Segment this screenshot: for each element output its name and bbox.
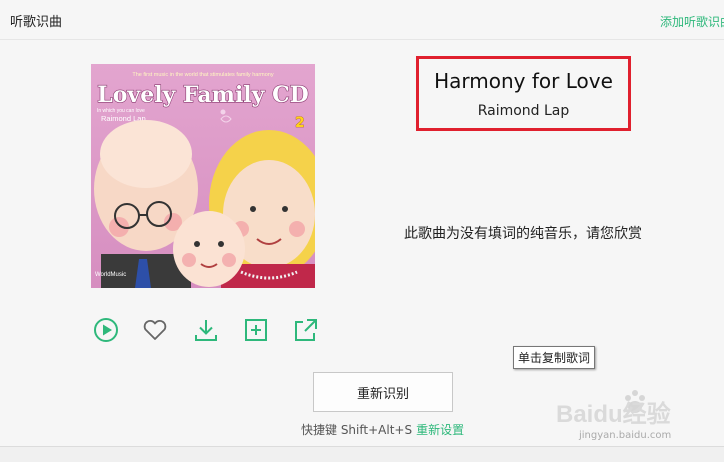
song-info-box: Harmony for Love Raimond Lap bbox=[416, 56, 631, 131]
copy-lyrics-tooltip: 单击复制歌词 bbox=[513, 346, 596, 369]
watermark-brand: Baidu经验 bbox=[556, 400, 671, 428]
app-title: 听歌识曲 bbox=[10, 15, 63, 30]
cover-label: WorldMusic bbox=[95, 272, 126, 278]
cover-tagline: The first music in the world that stimul… bbox=[132, 72, 273, 78]
add-link[interactable]: 添加听歌识曲 bbox=[660, 13, 724, 30]
song-title: Harmony for Love bbox=[434, 69, 613, 93]
share-icon[interactable] bbox=[293, 317, 319, 343]
song-artist: Raimond Lap bbox=[477, 103, 570, 119]
download-icon[interactable] bbox=[193, 317, 219, 343]
album-cover: The first music in the world that stimul… bbox=[91, 64, 315, 288]
reidentify-button[interactable]: 重新识别 bbox=[313, 372, 453, 412]
cover-album-title: Lovely Family CD bbox=[97, 82, 308, 108]
add-icon[interactable] bbox=[243, 317, 269, 343]
heart-icon[interactable] bbox=[142, 317, 168, 343]
cover-number: 2 bbox=[295, 115, 305, 131]
app-header: 听歌识曲 添加听歌识曲 bbox=[0, 0, 724, 40]
reset-shortcut-link[interactable]: 重新设置 bbox=[416, 423, 464, 437]
shortcut-hint: 快捷键 Shift+Alt+S 重新设置 bbox=[301, 421, 464, 438]
play-icon[interactable] bbox=[93, 317, 119, 343]
watermark-url: jingyan.baidu.com bbox=[579, 430, 672, 441]
lyrics-message: 此歌曲为没有填词的纯音乐，请您欣赏 bbox=[404, 226, 642, 242]
shortcut-text: 快捷键 Shift+Alt+S bbox=[301, 423, 413, 437]
bottom-bar bbox=[0, 446, 724, 462]
